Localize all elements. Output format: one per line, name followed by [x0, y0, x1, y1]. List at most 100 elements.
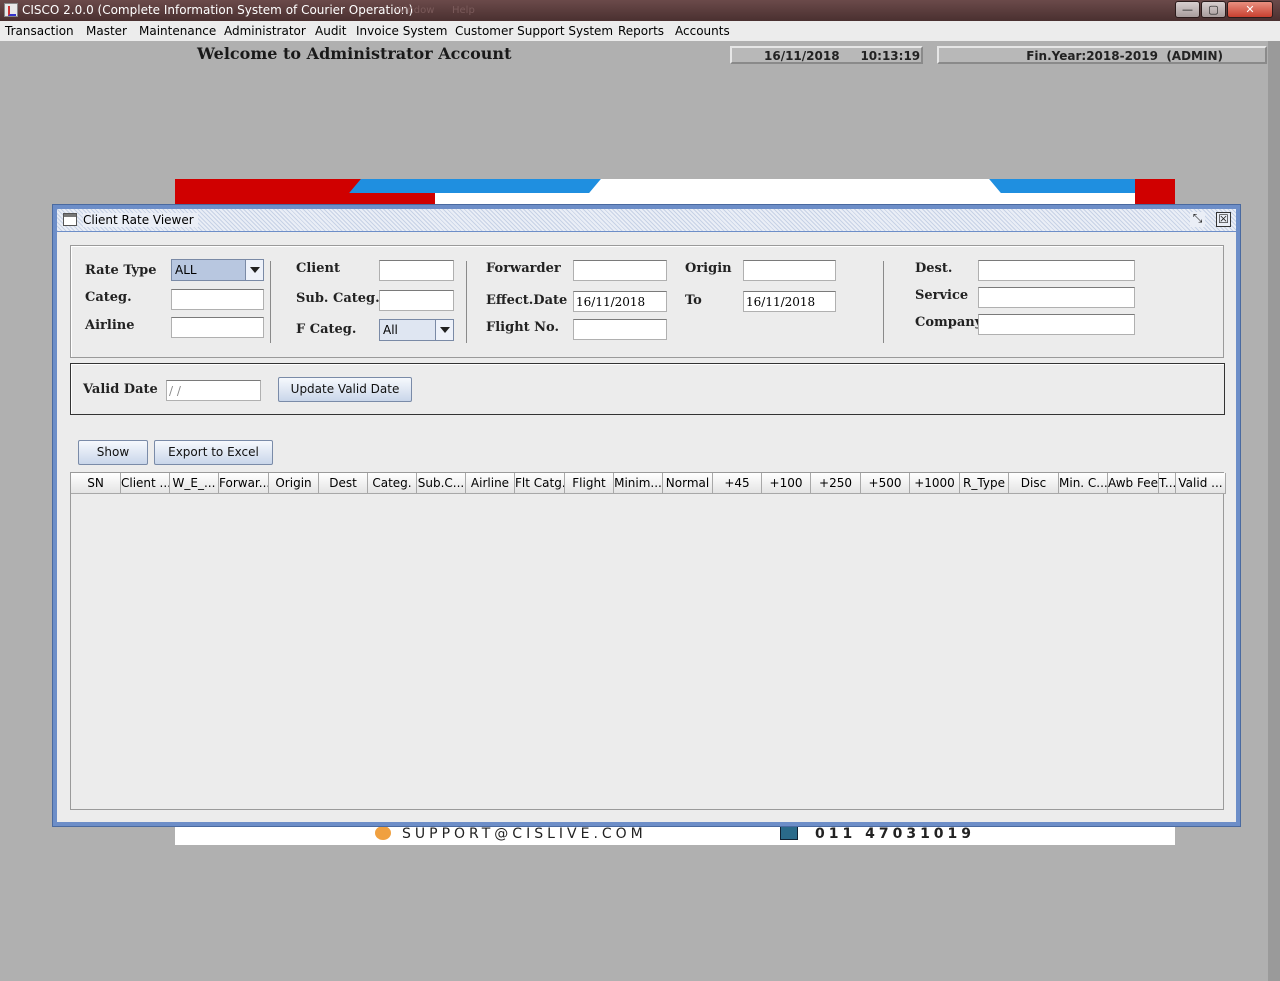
- column-header[interactable]: Categ.: [368, 473, 417, 494]
- client-input[interactable]: [379, 260, 454, 281]
- frame-titlebar[interactable]: Client Rate Viewer ⤡ ☒: [57, 209, 1236, 231]
- menu-reports[interactable]: Reports: [618, 24, 664, 38]
- dest-label: Dest.: [915, 261, 953, 276]
- column-header[interactable]: T...: [1159, 473, 1176, 494]
- service-input[interactable]: [978, 287, 1135, 308]
- column-header[interactable]: Valid ...: [1176, 473, 1226, 494]
- f-categ-value: All: [383, 323, 398, 337]
- email-icon: [375, 826, 391, 840]
- support-phone: 011 47031019: [815, 826, 976, 842]
- update-valid-date-button[interactable]: Update Valid Date: [278, 377, 412, 402]
- column-header[interactable]: +1000: [910, 473, 960, 494]
- menu-audit[interactable]: Audit: [315, 24, 346, 38]
- column-header[interactable]: Client ...: [121, 473, 170, 494]
- frame-close-icon[interactable]: ☒: [1216, 212, 1231, 227]
- column-header[interactable]: SN: [71, 473, 121, 494]
- column-header[interactable]: +100: [762, 473, 811, 494]
- column-header[interactable]: Disc: [1009, 473, 1059, 494]
- column-header[interactable]: Airline: [466, 473, 515, 494]
- column-header[interactable]: +500: [861, 473, 910, 494]
- airline-input[interactable]: [171, 317, 264, 338]
- column-header[interactable]: +250: [811, 473, 861, 494]
- dest-input[interactable]: [978, 260, 1135, 281]
- welcome-text: Welcome to Administrator Account: [197, 44, 512, 63]
- column-header[interactable]: Forwar...: [219, 473, 269, 494]
- column-header[interactable]: Minim...: [614, 473, 663, 494]
- column-header[interactable]: Normal: [663, 473, 713, 494]
- categ-input[interactable]: [171, 289, 264, 310]
- frame-restore-icon[interactable]: ⤡: [1190, 212, 1205, 227]
- effect-date-input[interactable]: [573, 291, 667, 312]
- background-banner-bottom: SUPPORT@CISLIVE.COM 011 47031019: [175, 826, 1175, 845]
- rate-type-label: Rate Type: [85, 263, 157, 278]
- window-titlebar: CISCO 2.0.0 (Complete Information System…: [0, 0, 1280, 21]
- flight-no-input[interactable]: [573, 319, 667, 340]
- valid-date-panel: Valid Date Update Valid Date: [70, 363, 1225, 415]
- search-filter-panel: Rate Type ALL Categ. Airline Client Sub.…: [70, 245, 1224, 358]
- company-label: Company: [915, 315, 983, 330]
- frame-title: Client Rate Viewer: [83, 213, 198, 227]
- to-date-input[interactable]: [743, 291, 836, 312]
- valid-date-label: Valid Date: [83, 382, 158, 397]
- origin-input[interactable]: [743, 260, 836, 281]
- column-header[interactable]: Flight: [565, 473, 614, 494]
- column-header[interactable]: Sub.C...: [417, 473, 466, 494]
- fin-year-status: Fin.Year:2018-2019 (ADMIN): [937, 46, 1267, 64]
- column-header[interactable]: +45: [713, 473, 762, 494]
- f-categ-combo[interactable]: All: [379, 319, 454, 341]
- separator: [270, 261, 271, 343]
- phone-icon: [780, 826, 798, 840]
- column-header[interactable]: Origin: [269, 473, 319, 494]
- valid-date-input[interactable]: [166, 380, 261, 401]
- menu-transaction[interactable]: Transaction: [5, 24, 74, 38]
- column-header[interactable]: R_Type: [960, 473, 1009, 494]
- maximize-button[interactable]: ▢: [1201, 1, 1226, 18]
- sub-categ-input[interactable]: [379, 290, 454, 311]
- menu-invoice-system[interactable]: Invoice System: [356, 24, 447, 38]
- frame-window-icon: [63, 213, 77, 226]
- menu-bar: Transaction Master Maintenance Administr…: [0, 21, 1280, 41]
- export-to-excel-button[interactable]: Export to Excel: [154, 440, 273, 465]
- java-app-icon: [4, 3, 18, 17]
- rate-type-value: ALL: [175, 263, 197, 277]
- company-input[interactable]: [978, 314, 1135, 335]
- menu-administrator[interactable]: Administrator: [224, 24, 306, 38]
- ghost-menu-help: Help: [452, 5, 475, 16]
- menu-master[interactable]: Master: [86, 24, 127, 38]
- window-title: CISCO 2.0.0 (Complete Information System…: [22, 3, 414, 17]
- service-label: Service: [915, 288, 969, 303]
- banner-red-stripe-right: [1135, 179, 1175, 205]
- menu-maintenance[interactable]: Maintenance: [139, 24, 216, 38]
- minimize-button[interactable]: —: [1175, 1, 1200, 18]
- column-header[interactable]: W_E_...: [170, 473, 219, 494]
- menu-accounts[interactable]: Accounts: [675, 24, 730, 38]
- support-email: SUPPORT@CISLIVE.COM: [402, 826, 647, 842]
- column-header[interactable]: Awb Fee: [1108, 473, 1159, 494]
- chevron-down-icon[interactable]: [435, 320, 453, 340]
- rates-table[interactable]: SN Client ... W_E_... Forwar... Origin Dest Ca…: [70, 472, 1226, 810]
- fin-year-text: Fin.Year:2018-2019 (ADMIN): [1026, 49, 1223, 63]
- show-button[interactable]: Show: [78, 440, 148, 465]
- datetime-status: 16/11/2018 10:13:19: [730, 46, 923, 64]
- to-label: To: [685, 293, 702, 308]
- airline-label: Airline: [85, 318, 135, 333]
- column-header[interactable]: Flt Catg.: [515, 473, 565, 494]
- chevron-down-icon[interactable]: [245, 260, 263, 280]
- column-header[interactable]: Dest: [319, 473, 368, 494]
- desktop-edge: [1268, 41, 1280, 981]
- categ-label: Categ.: [85, 290, 132, 305]
- close-button[interactable]: ✕: [1227, 1, 1273, 18]
- client-rate-viewer-frame: Client Rate Viewer ⤡ ☒ Rate Type ALL Cat…: [52, 204, 1241, 827]
- origin-label: Origin: [685, 261, 732, 276]
- table-body[interactable]: [71, 494, 1223, 809]
- client-label: Client: [296, 261, 340, 276]
- frame-body: Rate Type ALL Categ. Airline Client Sub.…: [57, 232, 1236, 822]
- banner-blue-stripe-left: [349, 179, 601, 193]
- sub-categ-label: Sub. Categ.: [296, 291, 380, 306]
- column-header[interactable]: Min. C...: [1059, 473, 1108, 494]
- forwarder-input[interactable]: [573, 260, 667, 281]
- menu-customer-support-system[interactable]: Customer Support System: [455, 24, 613, 38]
- effect-date-label: Effect.Date: [486, 293, 568, 308]
- rate-type-combo[interactable]: ALL: [171, 259, 264, 281]
- table-header: SN Client ... W_E_... Forwar... Origin Dest Ca…: [71, 473, 1226, 494]
